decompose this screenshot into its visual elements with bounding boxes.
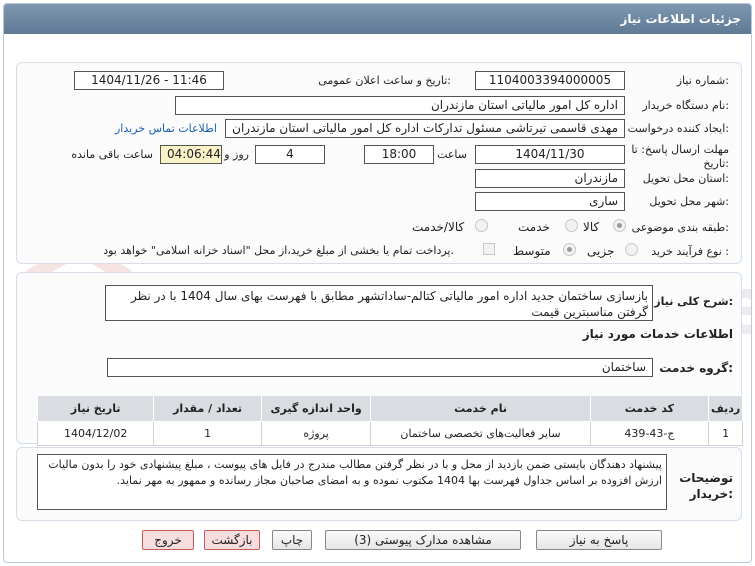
- column-header-need-date: تاریخ نیاز: [36, 395, 155, 422]
- remaining-time-field: 04:06:44: [160, 145, 222, 164]
- buyer-contact-link[interactable]: اطلاعات تماس خریدار: [115, 122, 217, 135]
- main-info-section: شماره نیاز: 1104003394000005 تاریخ و ساع…: [16, 62, 742, 264]
- need-number-field: 1104003394000005: [475, 71, 625, 90]
- category-radio-goods-service[interactable]: [475, 219, 488, 232]
- category-option-goods: کالا: [583, 220, 600, 234]
- remaining-time-label: ساعت باقی مانده: [71, 148, 153, 161]
- process-type-label: نوع فرآیند خرید :: [651, 245, 729, 258]
- table-row: 1 ج-43-439 سایر فعالیت‌های تخصصی ساختمان…: [36, 421, 743, 446]
- view-attachments-button[interactable]: مشاهده مدارک پیوستی (3): [325, 530, 521, 550]
- cell-service-code: ج-43-439: [589, 421, 710, 446]
- summary-label: شرح کلی نیاز:: [654, 295, 733, 308]
- deadline-time-field: 18:00: [364, 145, 434, 164]
- reply-button[interactable]: پاسخ به نیاز: [536, 530, 662, 550]
- process-radio-minor[interactable]: [625, 243, 638, 256]
- process-option-minor: جزیی: [587, 244, 615, 258]
- exit-button[interactable]: خروج: [142, 530, 194, 550]
- category-option-service: خدمت: [518, 220, 550, 234]
- deadline-time-label: ساعت: [437, 148, 467, 161]
- delivery-city-field: ساری: [475, 192, 625, 211]
- announce-date-label: تاریخ و ساعت اعلان عمومی:: [318, 74, 451, 87]
- back-button[interactable]: بازگشت: [204, 530, 260, 550]
- deadline-label: مهلت ارسال پاسخ: تا تاریخ:: [631, 143, 729, 170]
- process-option-medium: متوسط: [513, 244, 551, 258]
- table-header-row: ردیف کد خدمت نام خدمت واحد اندازه گیری ت…: [36, 395, 743, 422]
- summary-text: بازسازی ساختمان جدید اداره امور مالیاتی …: [105, 285, 653, 321]
- column-header-unit: واحد اندازه گیری: [260, 395, 372, 422]
- cell-quantity: 1: [153, 421, 262, 446]
- remaining-days-field: 4: [255, 145, 325, 164]
- print-button[interactable]: چاپ: [272, 530, 312, 550]
- column-header-service-name: نام خدمت: [370, 395, 591, 422]
- delivery-province-field: مازندران: [475, 169, 625, 188]
- treasury-payment-checkbox[interactable]: [483, 243, 495, 255]
- buyer-name-label: نام دستگاه خریدار:: [642, 99, 729, 112]
- cell-service-name: سایر فعالیت‌های تخصصی ساختمان: [370, 421, 591, 446]
- deadline-date-field: 1404/11/30: [475, 145, 625, 164]
- services-heading: اطلاعات خدمات مورد نیاز: [582, 327, 733, 341]
- buyer-notes-text: پیشنهاد دهندگان بایستی ضمن بازدید از محل…: [37, 454, 667, 510]
- buyer-notes-section: توضیحات خریدار: پیشنهاد دهندگان بایستی ض…: [16, 447, 742, 521]
- request-creator-field: مهدی قاسمی تیرتاشی مسئول تدارکات اداره ک…: [225, 119, 625, 138]
- column-header-quantity: تعداد / مقدار: [153, 395, 262, 422]
- cell-unit: پروژه: [260, 421, 372, 446]
- cell-need-date: 1404/12/02: [36, 421, 155, 446]
- buyer-notes-label: توضیحات خریدار:: [679, 471, 733, 501]
- process-radio-medium[interactable]: [563, 243, 576, 256]
- column-header-service-code: کد خدمت: [589, 395, 710, 422]
- delivery-city-label: شهر محل تحویل:: [649, 195, 729, 208]
- need-details-window: جزئیات اطلاعات نیاز AriaTender.net شماره…: [3, 3, 752, 563]
- remaining-days-label: روز و: [224, 148, 249, 161]
- request-creator-label: ایجاد کننده درخواست:: [627, 122, 729, 135]
- cell-row-number: 1: [708, 421, 743, 446]
- buyer-name-field: اداره کل امور مالیاتی استان مازندران: [175, 96, 625, 115]
- category-option-goods-service: کالا/خدمت: [412, 220, 465, 234]
- service-group-field: ساختمان: [107, 358, 653, 377]
- category-radio-service[interactable]: [565, 219, 578, 232]
- treasury-payment-note: پرداخت تمام یا بخشی از مبلغ خرید،از محل …: [103, 244, 454, 257]
- window-titlebar: جزئیات اطلاعات نیاز: [4, 4, 751, 34]
- services-section: شرح کلی نیاز: بازسازی ساختمان جدید اداره…: [16, 272, 743, 446]
- window-title: جزئیات اطلاعات نیاز: [620, 12, 741, 26]
- column-header-row-number: ردیف: [708, 395, 743, 422]
- category-radio-goods[interactable]: [613, 219, 626, 232]
- service-group-label: گروه خدمت:: [659, 361, 733, 375]
- need-number-label: شماره نیاز:: [676, 74, 729, 87]
- category-label: طبقه بندی موضوعی:: [631, 221, 729, 234]
- services-table: ردیف کد خدمت نام خدمت واحد اندازه گیری ت…: [36, 395, 743, 446]
- announce-date-field: 1404/11/26 - 11:46: [74, 71, 224, 90]
- delivery-province-label: استان محل تحویل:: [642, 172, 729, 185]
